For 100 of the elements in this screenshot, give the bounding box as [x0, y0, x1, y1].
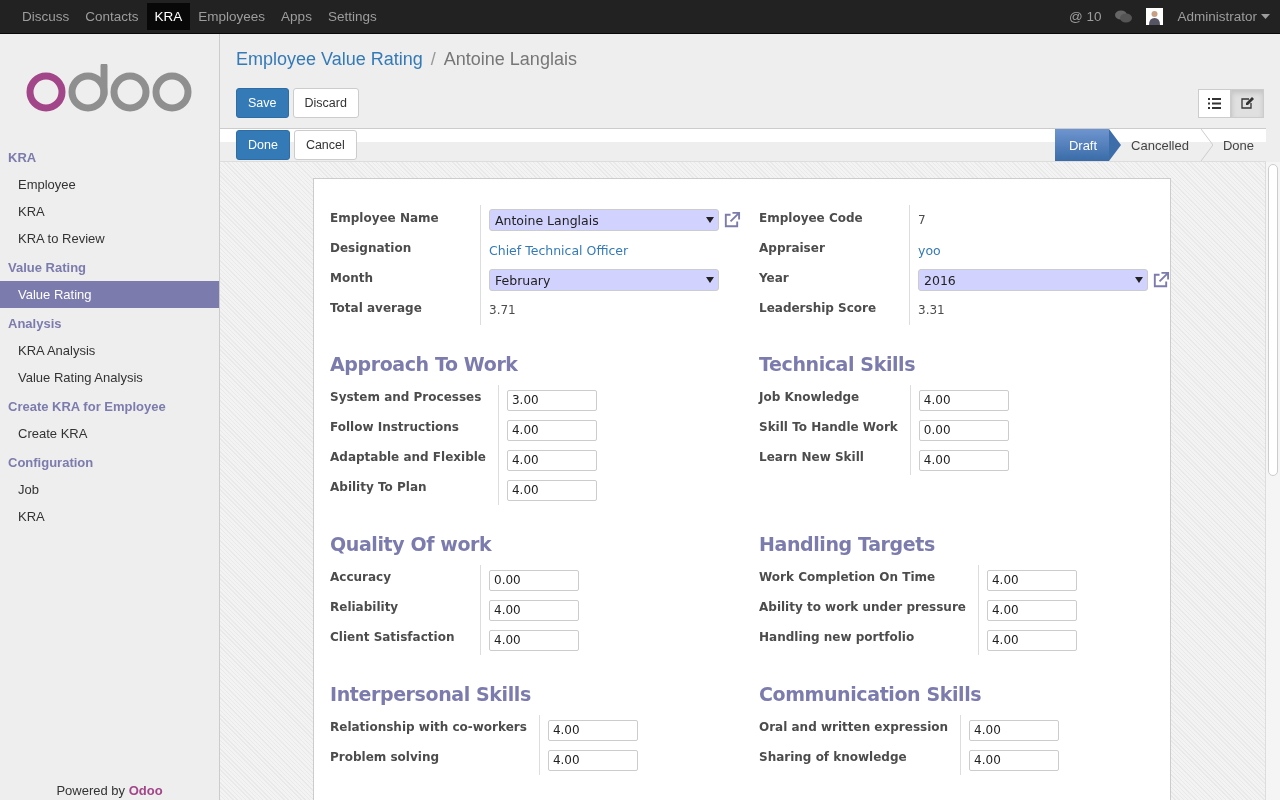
field-label: System and Processes: [330, 385, 499, 415]
field-label: Oral and written expression: [759, 715, 962, 745]
form-view-button[interactable]: [1231, 88, 1264, 118]
field-label: Follow Instructions: [330, 415, 499, 445]
menu-item[interactable]: Contacts: [77, 3, 147, 30]
number-field[interactable]: 0.00: [918, 419, 1009, 441]
field-label: Ability to work under pressure: [759, 595, 979, 625]
number-field[interactable]: 4.00: [918, 389, 1009, 411]
field-value: 3.71: [489, 303, 516, 317]
user-menu[interactable]: Administrator: [1177, 9, 1270, 24]
sidebar-item[interactable]: KRA to Review: [0, 225, 219, 252]
section-title: Approach To Work: [330, 353, 519, 375]
chat-icon[interactable]: [1115, 10, 1133, 23]
number-field[interactable]: 0.00: [489, 569, 579, 591]
select-field[interactable]: February: [489, 269, 719, 291]
primary-button[interactable]: Done: [236, 130, 290, 160]
powered-by-text: Powered by Odoo: [55, 783, 164, 800]
external-link-icon[interactable]: [1151, 270, 1170, 290]
avatar: [1146, 8, 1164, 25]
sidebar-heading: Create KRA for Employee: [7, 398, 167, 416]
menu-item[interactable]: Employees: [190, 3, 274, 30]
number-field[interactable]: 4.00: [489, 629, 579, 651]
sidebar-item[interactable]: KRA: [0, 503, 219, 530]
field-label: Accuracy: [330, 565, 481, 595]
field-label: Appraiser: [759, 235, 910, 265]
number-field[interactable]: 4.00: [969, 749, 1060, 771]
menu-item[interactable]: KRA: [146, 3, 191, 30]
field-label: Total average: [330, 295, 481, 325]
sidebar-item[interactable]: Job: [0, 476, 219, 503]
number-field[interactable]: 4.00: [489, 599, 579, 621]
number-field[interactable]: 3.00: [507, 389, 597, 411]
mentions-counter[interactable]: @ 10: [1069, 9, 1102, 24]
sidebar-item[interactable]: KRA: [0, 198, 219, 225]
field-label: Employee Name: [330, 205, 481, 235]
secondary-button[interactable]: Discard: [292, 88, 359, 118]
section-title: Interpersonal Skills: [330, 683, 532, 705]
field-label: Job Knowledge: [759, 385, 911, 415]
secondary-button[interactable]: Cancel: [293, 130, 357, 160]
field-value: 3.31: [918, 303, 945, 317]
select-field[interactable]: Antoine Langlais: [489, 209, 719, 231]
field-label: Problem solving: [330, 745, 540, 775]
number-field[interactable]: 4.00: [547, 749, 638, 771]
field-label: Client Satisfaction: [330, 625, 481, 655]
sidebar-item[interactable]: KRA Analysis: [0, 337, 219, 364]
status-stage[interactable]: Draft: [1054, 129, 1110, 161]
field-value: 7: [918, 213, 926, 227]
field-label: Learn New Skill: [759, 445, 911, 475]
caret-icon: [706, 217, 714, 223]
field-label: Sharing of knowledge: [759, 745, 962, 775]
section-title: Technical Skills: [759, 353, 917, 375]
caret-icon: [1261, 14, 1270, 19]
field-label: Work Completion On Time: [759, 565, 979, 595]
number-field[interactable]: 4.00: [969, 719, 1060, 741]
status-stage[interactable]: Done: [1212, 129, 1266, 161]
breadcrumb-current: Antoine Langlais: [443, 48, 577, 70]
field-link[interactable]: yoo: [918, 242, 941, 258]
sidebar-item[interactable]: Create KRA: [0, 420, 219, 447]
sidebar-item[interactable]: Employee: [0, 171, 219, 198]
number-field[interactable]: 4.00: [507, 419, 597, 441]
number-field[interactable]: 4.00: [918, 449, 1009, 471]
field-label: Reliability: [330, 595, 481, 625]
caret-icon: [706, 277, 714, 283]
sidebar-item[interactable]: Value Rating Analysis: [0, 364, 219, 391]
field-label: Adaptable and Flexible: [330, 445, 499, 475]
field-label: Year: [759, 265, 910, 295]
edit-icon: [1241, 97, 1254, 109]
field-label: Ability To Plan: [330, 475, 499, 505]
number-field[interactable]: 4.00: [986, 569, 1077, 591]
scrollbar[interactable]: [1265, 162, 1280, 800]
number-field[interactable]: 4.00: [986, 599, 1077, 621]
section-title: Communication Skills: [759, 683, 983, 705]
stage-arrow: [1109, 129, 1122, 161]
menu-item[interactable]: Settings: [319, 3, 385, 30]
field-label: Designation: [330, 235, 481, 265]
field-link[interactable]: Chief Technical Officer: [489, 242, 629, 258]
sidebar-item[interactable]: Value Rating: [0, 281, 219, 308]
field-label: Handling new portfolio: [759, 625, 979, 655]
menu-item[interactable]: Apps: [273, 3, 320, 30]
sidebar-heading: Analysis: [7, 315, 63, 333]
external-link-icon[interactable]: [722, 210, 741, 230]
field-label: Month: [330, 265, 481, 295]
number-field[interactable]: 4.00: [507, 479, 597, 501]
breadcrumb-separator: /: [430, 48, 436, 70]
status-stage[interactable]: Cancelled: [1121, 129, 1201, 161]
breadcrumb-link[interactable]: Employee Value Rating: [236, 48, 423, 70]
select-field[interactable]: 2016: [918, 269, 1148, 291]
list-view-button[interactable]: [1198, 88, 1231, 118]
sidebar-heading: Configuration: [7, 454, 95, 472]
list-icon: [1208, 97, 1221, 109]
number-field[interactable]: 4.00: [986, 629, 1077, 651]
field-label: Relationship with co-workers: [330, 715, 540, 745]
menu-item[interactable]: Discuss: [14, 3, 78, 30]
sidebar-heading: KRA: [7, 149, 38, 167]
sidebar-heading: Value Rating: [7, 259, 88, 277]
number-field[interactable]: 4.00: [507, 449, 597, 471]
number-field[interactable]: 4.00: [547, 719, 638, 741]
field-label: Skill To Handle Work: [759, 415, 911, 445]
caret-icon: [1135, 277, 1143, 283]
field-label: Employee Code: [759, 205, 910, 235]
primary-button[interactable]: Save: [236, 88, 289, 118]
